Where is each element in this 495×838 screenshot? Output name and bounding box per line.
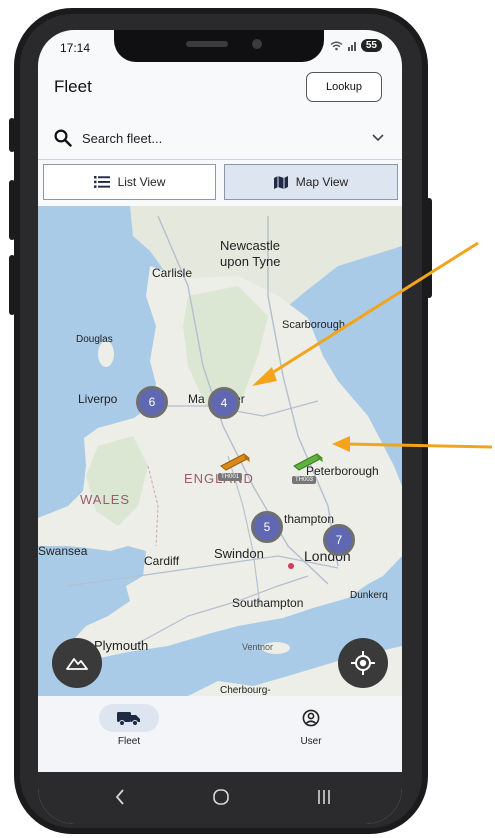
header-divider (38, 159, 402, 160)
truck-marker-icon[interactable] (218, 450, 252, 472)
active-tab-indicator (99, 704, 159, 732)
terrain-toggle-button[interactable] (52, 638, 102, 688)
home-icon[interactable] (212, 788, 230, 806)
map-view-label: Map View (295, 175, 349, 189)
map-label-cardiff: Cardiff (144, 554, 180, 568)
truck-id-label: TH003 (292, 476, 317, 484)
truck-icon (117, 712, 140, 726)
back-icon[interactable] (114, 788, 126, 806)
recent-apps-icon[interactable] (316, 789, 332, 805)
truck-marker-icon[interactable] (291, 450, 325, 472)
map-label-scarborough: Scarborough (282, 319, 345, 331)
status-time: 17:14 (60, 41, 91, 55)
map-label-carlisle: Carlisle (152, 266, 193, 280)
system-navigation-bar (38, 772, 402, 824)
search-icon (54, 129, 72, 147)
user-icon-wrap (302, 704, 320, 732)
chevron-down-icon[interactable] (372, 134, 384, 142)
map-label-douglas: Douglas (76, 334, 113, 345)
battery-indicator: 55 (360, 39, 382, 52)
vehicle-cluster-marker[interactable]: 5 (251, 511, 283, 543)
vehicle-cluster-marker[interactable]: 6 (136, 386, 168, 418)
list-view-label: List View (117, 175, 166, 189)
status-icons: 55 (330, 39, 382, 52)
nav-tab-user[interactable]: User (271, 704, 351, 747)
lookup-button[interactable]: Lookup (306, 72, 382, 102)
map-label-southampton: Southampton (232, 596, 304, 610)
vehicle-cluster-marker[interactable]: 4 (208, 387, 240, 419)
app-screen: 17:14 55 Fleet Lookup Search fleet... Li… (38, 30, 402, 824)
wifi-icon (330, 41, 343, 50)
map-label-dunkerque: Dunkerq (350, 590, 388, 601)
bottom-navigation: Fleet User (38, 696, 402, 772)
mountain-icon (66, 658, 88, 670)
map-label-cherbourg: Cherbourg- (220, 685, 271, 696)
map-view-button[interactable]: Map View (224, 164, 398, 200)
map-label-swansea: Swansea (38, 544, 88, 558)
map-label-wales: WALES (80, 492, 131, 507)
list-icon (93, 176, 110, 188)
map-label-northampton: thampton (284, 512, 335, 526)
map-label-plymouth: Plymouth (94, 638, 149, 653)
map-label-newcastle: Newcastle upon Tyne (220, 238, 281, 269)
camera-notch (114, 30, 324, 62)
map-icon (273, 175, 288, 189)
speaker-grille (186, 41, 228, 47)
search-bar[interactable]: Search fleet... (54, 124, 384, 152)
truck-id-label: TH001 (218, 473, 243, 481)
search-input[interactable]: Search fleet... (82, 131, 372, 146)
signal-icon (347, 41, 356, 51)
nav-label-fleet: Fleet (117, 736, 141, 747)
my-location-button[interactable] (338, 638, 388, 688)
nav-tab-fleet[interactable]: Fleet (89, 704, 169, 747)
nav-label-user: User (300, 736, 322, 747)
page-title: Fleet (54, 77, 92, 96)
fleet-map[interactable]: Newcastle upon Tyne Carlisle Douglas Sca… (38, 206, 402, 696)
map-label-swindon: Swindon (214, 546, 264, 561)
map-label-liverpool: Liverpo (78, 392, 118, 406)
front-camera (252, 39, 262, 49)
crosshair-icon (351, 651, 375, 675)
map-label-ventnor: Ventnor (242, 642, 274, 652)
list-view-button[interactable]: List View (43, 164, 216, 200)
user-icon (302, 709, 320, 727)
vehicle-cluster-marker[interactable]: 7 (323, 524, 355, 556)
